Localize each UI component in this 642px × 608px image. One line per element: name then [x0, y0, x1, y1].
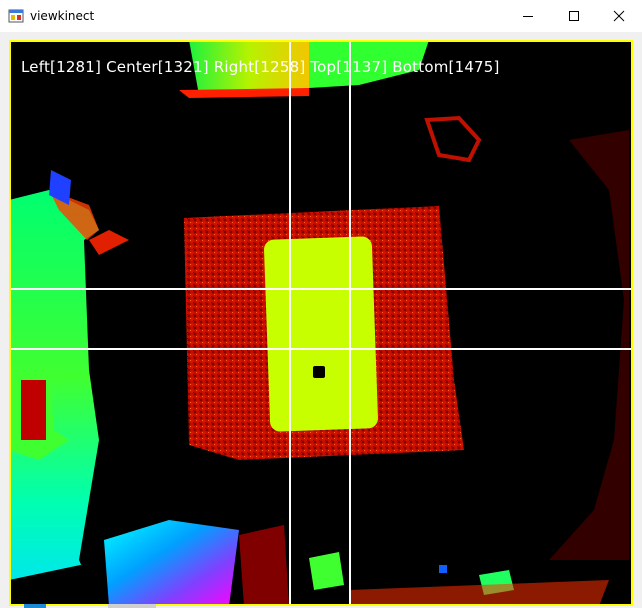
taskbar-fragment [24, 604, 46, 608]
close-button[interactable] [596, 0, 642, 32]
crosshair-horizontal-top [9, 288, 633, 290]
minimize-button[interactable] [505, 0, 551, 32]
depth-readout: Left[1281] Center[1321] Right[1258] Top[… [21, 58, 500, 76]
depth-image [9, 40, 633, 606]
crosshair-vertical-left [289, 40, 291, 606]
taskbar-fragment-2 [108, 604, 156, 608]
depth-view[interactable]: Left[1281] Center[1321] Right[1258] Top[… [9, 40, 633, 606]
client-area: Left[1281] Center[1321] Right[1258] Top[… [0, 32, 642, 608]
app-icon [8, 9, 24, 23]
minimize-icon [523, 16, 533, 17]
close-icon [613, 10, 625, 22]
title-bar[interactable]: viewkinect [0, 0, 642, 32]
window-title: viewkinect [30, 9, 95, 23]
maximize-icon [569, 11, 579, 21]
crosshair-horizontal-bottom [9, 348, 633, 350]
maximize-button[interactable] [551, 0, 597, 32]
crosshair-vertical-right [349, 40, 351, 606]
